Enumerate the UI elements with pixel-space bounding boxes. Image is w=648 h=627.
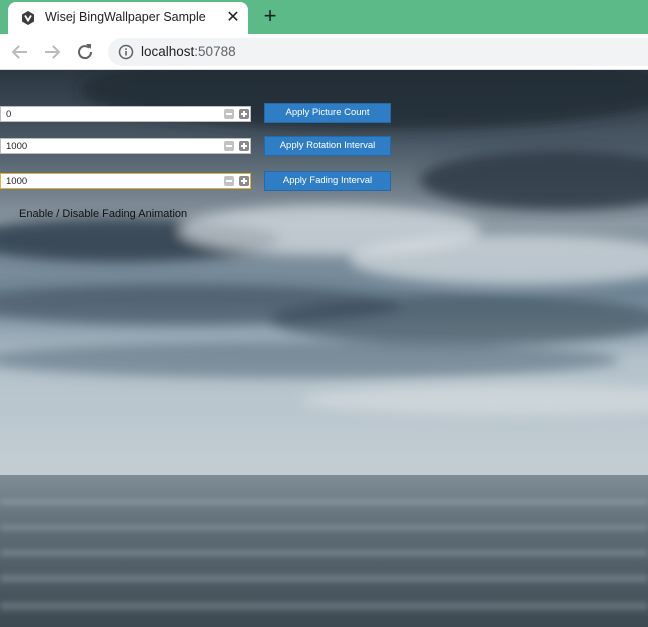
address-bar[interactable]: localhost:50788 [108, 38, 648, 66]
browser-tab[interactable]: Wisej BingWallpaper Sample ✕ [8, 2, 248, 34]
tab-strip: Wisej BingWallpaper Sample ✕ + [0, 0, 648, 34]
decrement-icon[interactable] [224, 176, 234, 186]
increment-icon[interactable] [239, 141, 249, 151]
fading-interval-spinner [0, 173, 251, 189]
page-viewport: Apply Picture Count Apply Rotation Inter… [0, 70, 648, 627]
reload-icon[interactable] [74, 41, 96, 63]
decrement-icon[interactable] [224, 141, 234, 151]
apply-picture-count-button[interactable]: Apply Picture Count [264, 103, 391, 123]
fading-interval-input[interactable] [3, 174, 221, 188]
browser-toolbar: localhost:50788 [0, 34, 648, 70]
rotation-interval-spinner [0, 138, 251, 154]
forward-arrow-icon[interactable] [41, 41, 63, 63]
tab-title: Wisej BingWallpaper Sample [45, 10, 206, 24]
picture-count-spinner [0, 106, 251, 122]
apply-fading-interval-button[interactable]: Apply Fading Interval [264, 171, 391, 191]
url-text: localhost:50788 [141, 44, 236, 59]
info-icon[interactable] [118, 44, 134, 60]
close-icon[interactable]: ✕ [224, 9, 242, 27]
plus-icon[interactable]: + [259, 5, 281, 27]
increment-icon[interactable] [239, 109, 249, 119]
decrement-icon[interactable] [224, 109, 234, 119]
back-arrow-icon[interactable] [9, 41, 31, 63]
picture-count-input[interactable] [3, 107, 221, 121]
increment-icon[interactable] [239, 176, 249, 186]
rotation-interval-input[interactable] [3, 139, 221, 153]
url-port: :50788 [194, 44, 236, 59]
wisej-favicon-icon [22, 11, 34, 25]
apply-rotation-interval-button[interactable]: Apply Rotation Interval [264, 136, 391, 156]
fading-animation-toggle[interactable]: Enable / Disable Fading Animation [19, 208, 187, 220]
url-host: localhost [141, 44, 195, 59]
